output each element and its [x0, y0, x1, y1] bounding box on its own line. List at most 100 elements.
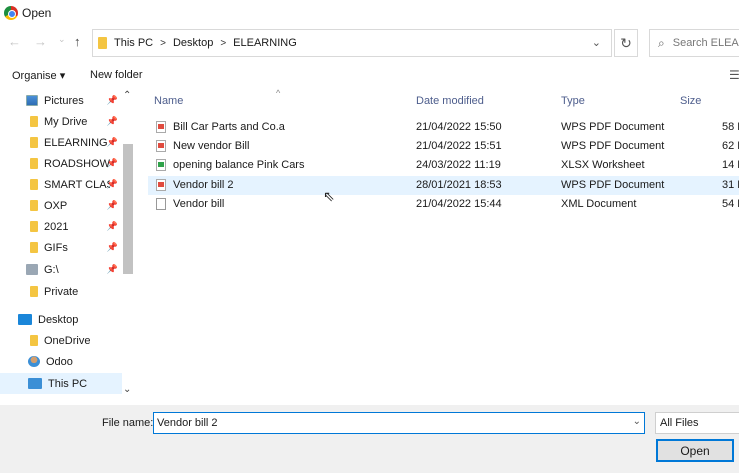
file-name: Vendor bill [173, 198, 225, 210]
sidebar-item-2021[interactable]: 2021 📌 [0, 216, 122, 237]
sidebar-item-label: Pictures [44, 94, 84, 107]
folder-icon [30, 179, 38, 190]
table-row[interactable]: Bill Car Parts and Co.a 21/04/2022 15:50… [148, 118, 739, 137]
pdf-file-icon [156, 140, 166, 152]
table-row[interactable]: Vendor bill 2 28/01/2021 18:53 WPS PDF D… [148, 176, 739, 195]
file-name-value: Vendor bill 2 [157, 417, 218, 429]
scrollbar-thumb[interactable] [123, 144, 133, 274]
sidebar-item-smart-class[interactable]: SMART CLASS 📌 [0, 174, 122, 195]
sidebar-item-label: G:\ [44, 263, 59, 276]
address-bar[interactable]: This PC > Desktop > ELEARNING ⌄ [92, 29, 612, 57]
drive-icon [26, 264, 38, 275]
sidebar-item-desktop[interactable]: Desktop [0, 309, 122, 330]
back-arrow-icon[interactable]: ← [8, 34, 21, 49]
folder-icon [30, 116, 38, 127]
up-arrow-icon[interactable]: ↑ [74, 34, 81, 49]
file-list[interactable]: ^ Name Date modified Type Size Bill Car … [148, 88, 739, 408]
xlsx-file-icon [156, 159, 166, 171]
column-header-name[interactable]: Name [154, 95, 183, 107]
sidebar-item-private[interactable]: Private [0, 281, 122, 302]
pin-icon: 📌 [106, 200, 118, 210]
table-row[interactable]: Vendor bill 21/04/2022 15:44 XML Documen… [148, 195, 739, 214]
pin-icon: 📌 [106, 264, 118, 274]
file-size: 31 KB [722, 179, 739, 191]
file-date: 24/03/2022 11:19 [416, 159, 501, 171]
recent-locations-icon[interactable]: ⌄ [58, 34, 66, 45]
pdf-file-icon [156, 179, 166, 191]
sidebar-item-my-drive[interactable]: My Drive 📌 [0, 111, 122, 132]
open-button[interactable]: Open [656, 439, 734, 462]
column-header-type[interactable]: Type [561, 95, 585, 107]
sidebar-item-label: ELEARNING [44, 136, 108, 149]
organise-menu-button[interactable]: Organise ▾ [12, 69, 65, 82]
file-date: 21/04/2022 15:51 [416, 140, 502, 152]
new-folder-button[interactable]: New folder [90, 69, 143, 81]
table-row[interactable]: New vendor Bill 21/04/2022 15:51 WPS PDF… [148, 137, 739, 156]
search-icon: ⌕ [658, 35, 665, 50]
pc-icon [28, 378, 42, 389]
sidebar-item-elearning[interactable]: ELEARNING 📌 [0, 132, 122, 153]
pictures-icon [26, 95, 38, 106]
search-input[interactable]: ⌕ Search ELEARNING [649, 29, 739, 57]
sidebar-item-label: OneDrive [44, 334, 91, 347]
chevron-right-icon[interactable]: > [220, 38, 226, 49]
title-bar: Open [0, 0, 739, 26]
file-date: 28/01/2021 18:53 [416, 179, 502, 191]
file-type: WPS PDF Document [561, 140, 665, 152]
folder-icon [30, 137, 38, 148]
sidebar-item-label: OXP [44, 199, 68, 212]
sidebar-item-g-drive[interactable]: G:\ 📌 [0, 259, 122, 280]
view-options-icon[interactable]: ☰ [729, 68, 739, 82]
file-type-select[interactable]: All Files [655, 412, 739, 434]
folder-icon [30, 242, 38, 253]
sidebar-item-label: SMART CLASS [44, 178, 110, 191]
pin-icon: 📌 [106, 221, 118, 231]
dialog-footer: File name: Vendor bill 2 ⌄ All Files Ope… [0, 405, 739, 473]
sidebar-item-odoo[interactable]: Odoo [0, 351, 122, 372]
file-type: WPS PDF Document [561, 179, 665, 191]
file-name: New vendor Bill [173, 140, 250, 152]
navigation-pane[interactable]: Pictures 📌 My Drive 📌 ELEARNING 📌 ROADSH… [0, 88, 136, 400]
file-size: 54 KB [722, 198, 739, 210]
sidebar-item-roadshow[interactable]: ROADSHOW 📌 [0, 153, 122, 174]
chevron-right-icon[interactable]: > [160, 38, 166, 49]
desktop-icon [18, 314, 32, 325]
chevron-down-icon[interactable]: ⌄ [592, 36, 601, 49]
column-header-date-modified[interactable]: Date modified [416, 95, 484, 107]
folder-icon [30, 158, 38, 169]
pin-icon: 📌 [106, 137, 118, 147]
breadcrumb-elearning[interactable]: ELEARNING [233, 37, 297, 49]
file-date: 21/04/2022 15:44 [416, 198, 502, 210]
sidebar-item-oxp[interactable]: OXP 📌 [0, 195, 122, 216]
file-size: 62 KB [722, 140, 739, 152]
sidebar-item-label: Desktop [38, 313, 79, 326]
folder-icon [30, 286, 38, 297]
pin-icon: 📌 [106, 95, 118, 105]
breadcrumb-this-pc[interactable]: This PC [114, 37, 153, 49]
refresh-icon: ↻ [620, 34, 632, 51]
file-name-input[interactable]: Vendor bill 2 ⌄ [153, 412, 645, 434]
chevron-down-icon[interactable]: ⌄ [633, 416, 641, 427]
pdf-file-icon [156, 121, 166, 133]
forward-arrow-icon[interactable]: → [34, 34, 47, 49]
scroll-down-icon[interactable]: ⌄ [123, 384, 131, 395]
open-button-label: Open [680, 443, 710, 458]
sidebar-item-pictures[interactable]: Pictures 📌 [0, 90, 122, 111]
sidebar-item-label: This PC [48, 377, 88, 390]
file-type: XLSX Worksheet [561, 159, 645, 171]
folder-icon [30, 335, 38, 346]
table-row[interactable]: opening balance Pink Cars 24/03/2022 11:… [148, 156, 739, 175]
sidebar-item-label: Private [44, 285, 79, 298]
column-header-size[interactable]: Size [680, 95, 701, 107]
chrome-icon [4, 6, 18, 20]
sidebar-item-this-pc[interactable]: This PC [0, 373, 122, 394]
user-icon [28, 356, 40, 367]
scroll-up-icon[interactable]: ⌃ [123, 90, 131, 101]
refresh-button[interactable]: ↻ [614, 29, 638, 57]
sidebar-item-gifs[interactable]: GIFs 📌 [0, 237, 122, 258]
folder-icon [30, 200, 38, 211]
sidebar-item-onedrive[interactable]: OneDrive [0, 330, 122, 351]
pin-icon: 📌 [106, 158, 118, 168]
sort-ascending-icon: ^ [276, 88, 281, 98]
breadcrumb-desktop[interactable]: Desktop [173, 37, 213, 49]
